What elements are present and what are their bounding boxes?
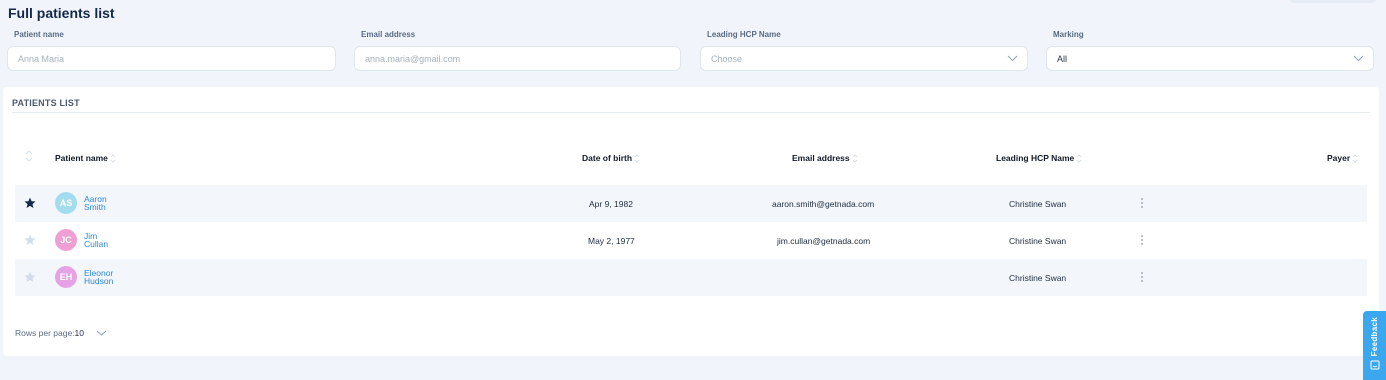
star-icon[interactable] [24, 234, 36, 246]
hcp-cell: Christine Swan [1009, 236, 1067, 246]
email-cell: aaron.smith@getnada.com [772, 199, 875, 209]
table-row[interactable]: EH Eleonor Hudson Christine Swan [15, 259, 1367, 296]
column-label: Payer [1327, 153, 1351, 163]
patient-name-label: Patient name [14, 30, 64, 39]
patient-name-filter: Patient name Anna Maria [7, 30, 336, 71]
column-header-hcp[interactable]: Leading HCP Name [996, 153, 1082, 163]
more-options-icon[interactable] [1139, 270, 1145, 284]
hcp-placeholder: Choose [711, 53, 743, 64]
hcp-select[interactable]: Choose [700, 46, 1028, 71]
column-header-date-of-birth[interactable]: Date of birth [582, 153, 640, 163]
marking-value: All [1057, 53, 1068, 64]
hcp-cell: Christine Swan [1009, 199, 1067, 209]
column-label: Patient name [55, 153, 108, 163]
sort-icon [1076, 153, 1082, 163]
date-of-birth-cell: May 2, 1977 [588, 236, 635, 246]
more-options-icon[interactable] [1139, 233, 1145, 247]
rows-per-page-value[interactable]: 10 [75, 328, 84, 338]
chevron-down-icon [1353, 55, 1364, 62]
column-label: Date of birth [582, 153, 633, 163]
feedback-label: Feedback [1370, 317, 1379, 357]
column-label: Leading HCP Name [996, 153, 1075, 163]
hcp-cell: Christine Swan [1009, 273, 1067, 283]
more-options-icon[interactable] [1139, 196, 1145, 210]
star-icon[interactable] [24, 271, 36, 283]
marking-select[interactable]: All [1046, 46, 1374, 71]
chevron-down-icon[interactable] [96, 329, 107, 337]
page-title: Full patients list [8, 5, 115, 21]
column-label: Email address [792, 153, 850, 163]
avatar-initials: JC [60, 235, 72, 245]
marking-label: Marking [1053, 30, 1084, 39]
chevron-down-icon [1007, 55, 1018, 62]
patient-name-link[interactable]: Aaron Smith [84, 195, 107, 212]
table-row[interactable]: JC Jim Cullan May 2, 1977 jim.cullan@get… [15, 222, 1367, 259]
patient-name-link[interactable]: Eleonor Hudson [84, 269, 114, 286]
patients-list-title: PATIENTS LIST [12, 98, 80, 108]
sort-icon[interactable] [25, 150, 33, 162]
table-row[interactable]: AS Aaron Smith Apr 9, 1982 aaron.smith@g… [15, 185, 1367, 222]
feedback-icon [1370, 360, 1379, 370]
top-scroll-indicator [1290, 0, 1376, 3]
column-header-patient-name[interactable]: Patient name [55, 153, 116, 163]
column-header-payer[interactable]: Payer [1327, 153, 1358, 163]
rows-per-page-label: Rows per page: [15, 328, 75, 338]
column-header-email[interactable]: Email address [792, 153, 858, 163]
patient-last-name: Hudson [84, 276, 114, 286]
sort-icon [634, 153, 640, 163]
email-label: Email address [361, 30, 416, 39]
hcp-filter: Leading HCP Name Choose [700, 30, 1028, 71]
avatar: JC [55, 229, 77, 251]
email-filter: Email address anna.maria@gmail.com [354, 30, 681, 71]
avatar: AS [55, 192, 77, 214]
email-input[interactable]: anna.maria@gmail.com [354, 46, 681, 71]
email-cell: jim.cullan@getnada.com [777, 236, 871, 246]
avatar-initials: AS [59, 198, 73, 208]
patient-name-link[interactable]: Jim Cullan [84, 232, 109, 249]
divider [12, 112, 1370, 113]
patients-list-card: PATIENTS LIST Patient name Date of birth… [3, 87, 1379, 356]
rows-per-page: Rows per page: 10 [15, 328, 107, 338]
feedback-button[interactable]: Feedback [1363, 311, 1386, 380]
avatar: EH [55, 266, 77, 288]
patient-last-name: Cullan [84, 239, 109, 249]
patient-last-name: Smith [84, 202, 106, 212]
hcp-label: Leading HCP Name [707, 30, 781, 39]
sort-icon [1352, 153, 1358, 163]
email-placeholder: anna.maria@gmail.com [365, 53, 461, 64]
star-icon[interactable] [24, 197, 36, 209]
avatar-initials: EH [59, 272, 73, 282]
patient-name-placeholder: Anna Maria [18, 53, 65, 64]
date-of-birth-cell: Apr 9, 1982 [589, 199, 633, 209]
patient-name-input[interactable]: Anna Maria [7, 46, 336, 71]
sort-icon [852, 153, 857, 163]
sort-icon [110, 153, 116, 163]
marking-filter: Marking All [1046, 30, 1374, 71]
